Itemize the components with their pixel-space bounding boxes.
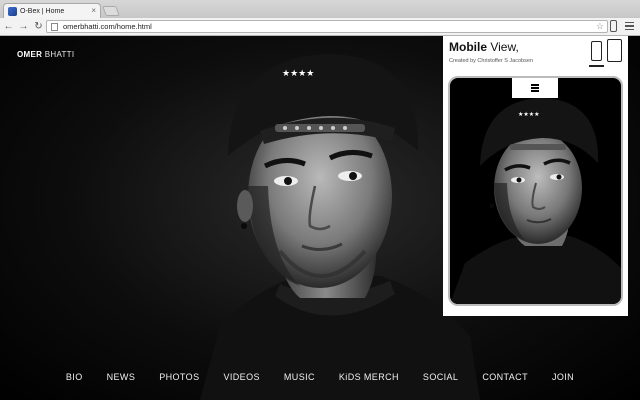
logo-bold-text: OMER	[17, 50, 43, 59]
mobile-view-title-rest: View,	[487, 40, 519, 54]
back-button[interactable]: ←	[2, 20, 15, 33]
browser-tab[interactable]: O-Bex | Home ×	[3, 3, 101, 18]
mobile-view-title-bold: Mobile	[449, 40, 487, 54]
main-navigation: BIO NEWS PHOTOS VIDEOS MUSIC KiDS MERCH …	[0, 372, 640, 382]
mobile-view-credit: Created by Christoffer S Jacobsen	[449, 58, 533, 64]
mobile-preview-portrait-image: ★★★★	[450, 98, 621, 304]
nav-contact[interactable]: CONTACT	[470, 372, 540, 382]
nav-news[interactable]: NEWS	[95, 372, 148, 382]
page-icon	[51, 22, 58, 31]
hamburger-icon	[531, 84, 539, 92]
address-bar[interactable]: omerbhatti.com/home.html ☆	[46, 20, 608, 33]
bookmark-star-icon[interactable]: ☆	[596, 22, 604, 31]
svg-text:★★★★: ★★★★	[518, 111, 540, 118]
mobile-preview-frame[interactable]: ★★★★	[448, 76, 623, 306]
nav-bio[interactable]: BIO	[54, 372, 95, 382]
svg-text:★★★★: ★★★★	[282, 69, 314, 79]
site-logo[interactable]: OMER BHATTI	[17, 50, 74, 59]
phone-device-icon[interactable]	[591, 41, 602, 61]
mobile-view-title: Mobile View,	[449, 40, 519, 54]
website-page: ★★★★ OMER BHATTI BIO NEWS PHOTOS VIDEOS …	[0, 36, 640, 400]
site-favicon-icon	[8, 6, 17, 16]
tab-title: O-Bex | Home	[20, 7, 65, 15]
nav-music[interactable]: MUSIC	[272, 372, 327, 382]
browser-toolbar: ← → ↻ omerbhatti.com/home.html ☆	[0, 18, 640, 36]
tab-strip: O-Bex | Home ×	[0, 0, 640, 18]
hero-portrait-image: ★★★★	[200, 54, 480, 400]
nav-social[interactable]: SOCIAL	[411, 372, 470, 382]
mobile-menu-button[interactable]	[512, 78, 558, 98]
extension-mobile-icon[interactable]	[610, 20, 617, 32]
nav-kids-merch[interactable]: KiDS MERCH	[327, 372, 411, 382]
reload-button[interactable]: ↻	[32, 20, 45, 33]
logo-light-text: BHATTI	[44, 50, 75, 59]
mobile-view-panel: Mobile View, Created by Christoffer S Ja…	[443, 36, 628, 316]
nav-join[interactable]: JOIN	[540, 372, 586, 382]
nav-videos[interactable]: VIDEOS	[211, 372, 271, 382]
url-text[interactable]: omerbhatti.com/home.html	[63, 22, 596, 31]
new-tab-button[interactable]	[102, 6, 120, 16]
selected-device-indicator	[589, 65, 604, 67]
forward-button[interactable]: →	[17, 20, 30, 33]
browser-menu-icon[interactable]	[625, 21, 634, 31]
nav-photos[interactable]: PHOTOS	[147, 372, 211, 382]
tablet-device-icon[interactable]	[607, 39, 622, 62]
close-tab-icon[interactable]: ×	[91, 7, 96, 15]
